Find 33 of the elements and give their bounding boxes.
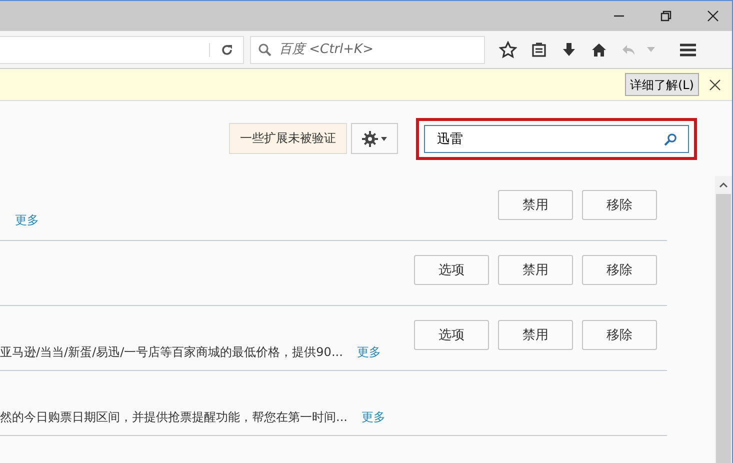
gear-icon [362,130,378,146]
addon-button[interactable]: 选项 [414,320,490,350]
more-link[interactable]: 更多 [15,212,246,228]
search-icon [664,132,678,146]
reload-icon[interactable] [209,42,234,56]
caret-icon [381,136,388,140]
addon-button[interactable]: 禁用 [498,320,574,350]
addon-description: 亚马逊/当当/新蛋/易迅/一号店等百家商城的最低价格，提供90... [0,344,343,360]
addon-button[interactable]: 禁用 [498,190,574,220]
restore-icon[interactable] [660,10,672,22]
scrollbar[interactable] [715,176,732,463]
close-icon[interactable] [707,10,719,22]
more-link[interactable]: 更多 [361,408,386,426]
download-icon[interactable] [561,42,577,58]
reading-list-icon[interactable] [531,42,547,58]
search-icon [258,42,272,56]
home-icon[interactable] [591,42,607,58]
addon-button[interactable]: 选项 [414,255,490,285]
star-icon[interactable] [499,40,517,58]
addon-button[interactable]: 移除 [582,320,658,350]
unverified-extensions-button[interactable]: 一些扩展未被验证 [229,123,348,154]
learn-more-button[interactable]: 详细了解(L) [624,73,699,96]
addon-button[interactable]: 移除 [582,255,658,285]
addon-button[interactable]: 禁用 [498,255,574,285]
menu-icon[interactable] [680,42,696,56]
close-icon[interactable] [709,78,721,90]
addon-description: 然的今日购票日期区间，并提供抢票提醒功能，帮您在第一时间... [0,408,348,426]
tools-button[interactable] [351,123,398,154]
search-field[interactable]: 迅雷 [424,124,690,152]
search-field[interactable]: 百度 <Ctrl+K> [250,36,485,64]
addon-button[interactable]: 移除 [582,190,658,220]
scroll-up-icon[interactable] [719,182,728,188]
more-link[interactable]: 更多 [356,344,381,360]
